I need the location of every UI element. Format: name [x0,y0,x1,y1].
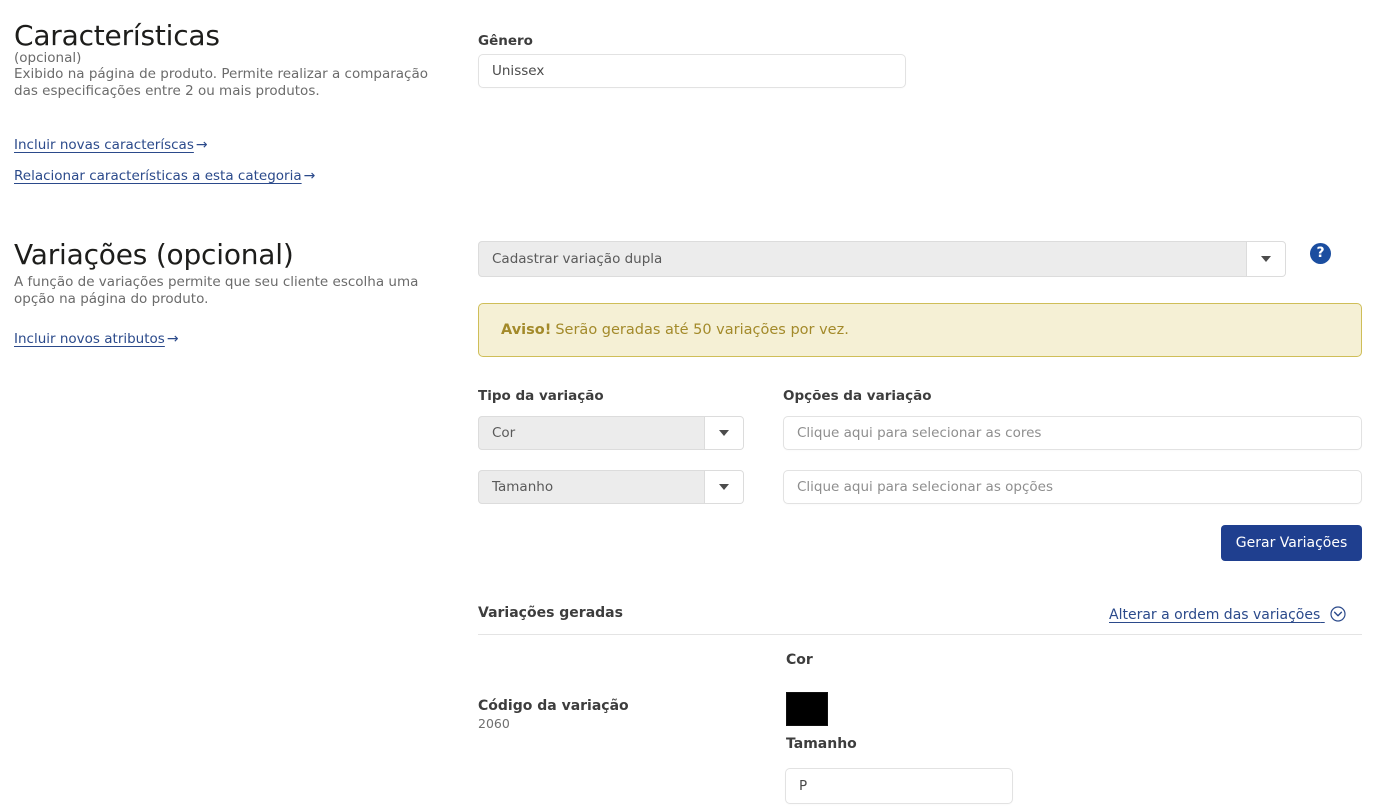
chevron-down-glyph [719,484,729,490]
alterar-ordem-variacoes-link[interactable]: Alterar a ordem das variações [1109,604,1346,626]
variation-type-select-tamanho-value: Tamanho [479,471,704,503]
chevron-down-glyph [719,430,729,436]
variacoes-geradas-divider [478,634,1362,635]
variation-mode-select[interactable]: Cadastrar variação dupla [478,241,1286,277]
link-label-text: Incluir novas caracteríscas [14,137,194,153]
arrow-right-icon: → [196,136,208,154]
chevron-down-glyph [1261,256,1271,262]
warning-text: Serão geradas até 50 variações por vez. [555,322,848,338]
alterar-ordem-variacoes-label: Alterar a ordem das variações [1109,607,1325,623]
variation-options-input-tamanho[interactable] [783,470,1362,504]
column-header-opcoes-da-variacao: Opções da variação [783,388,931,404]
variacoes-title: Variações (opcional) [14,239,294,270]
warning-prefix: Aviso! [501,322,551,338]
cor-label: Cor [786,652,813,668]
alterar-ordem-text: Alterar a ordem das variações [1109,607,1320,623]
caracteristicas-title: Características [14,20,220,51]
genero-label: Gênero [478,33,533,49]
tamanho-input[interactable] [785,768,1013,804]
variacoes-description: A função de variações permite que seu cl… [14,274,454,308]
caracteristicas-description: Exibido na página de produto. Permite re… [14,66,454,100]
codigo-da-variacao-value: 2060 [478,716,510,732]
chevron-down-icon[interactable] [704,471,743,503]
link-incluir-novas-caracteristicas-label: Incluir novas caracteríscas→ [14,136,208,154]
link-incluir-novos-atributos[interactable]: Incluir novos atributos→ [14,328,179,348]
variacoes-geradas-title: Variações geradas [478,605,623,621]
link-relacionar-caracteristicas[interactable]: Relacionar características a esta catego… [14,165,315,185]
variation-type-select-tamanho[interactable]: Tamanho [478,470,744,504]
variation-options-input-cor[interactable] [783,416,1362,450]
gerar-variacoes-button[interactable]: Gerar Variações [1221,525,1362,561]
variations-limit-warning: Aviso! Serão geradas até 50 variações po… [478,303,1362,357]
arrow-right-icon: → [304,167,316,185]
link-relacionar-caracteristicas-label: Relacionar características a esta catego… [14,167,315,185]
cor-swatch[interactable] [786,692,828,726]
variation-mode-select-value: Cadastrar variação dupla [479,242,1246,276]
chevron-down-icon[interactable] [1246,242,1285,276]
arrow-right-icon: → [167,330,179,348]
caracteristicas-optional-note: (opcional) [14,50,81,67]
tamanho-label: Tamanho [786,736,857,752]
column-header-tipo-da-variacao: Tipo da variação [478,388,604,404]
chevron-down-icon[interactable] [704,417,743,449]
chevron-down-circle-icon [1330,606,1346,626]
link-incluir-novos-atributos-label: Incluir novos atributos→ [14,330,179,348]
help-icon[interactable]: ? [1310,243,1331,264]
link-label-text: Incluir novos atributos [14,331,165,347]
genero-input[interactable] [478,54,906,88]
variation-type-select-cor-value: Cor [479,417,704,449]
link-incluir-novas-caracteristicas[interactable]: Incluir novas caracteríscas→ [14,134,208,154]
codigo-da-variacao-label: Código da variação [478,697,629,715]
link-label-text: Relacionar características a esta catego… [14,168,302,184]
variation-type-select-cor[interactable]: Cor [478,416,744,450]
